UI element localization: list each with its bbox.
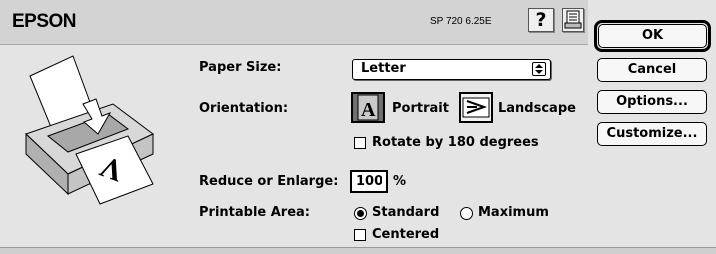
printable-area-label: Printable Area: [199, 205, 311, 220]
cancel-button[interactable]: Cancel [597, 58, 707, 82]
customize-button[interactable]: Customize... [597, 122, 707, 146]
help-icon: ? [535, 9, 547, 31]
about-button[interactable] [562, 8, 584, 32]
svg-text:A: A [361, 99, 376, 121]
rotate-180-checkbox[interactable] [354, 137, 366, 149]
printer-info-icon [564, 10, 582, 29]
driver-version: SP 720 6.25E [430, 16, 492, 27]
radio-selected-dot [357, 210, 364, 217]
brand-logo: EPSON [12, 11, 77, 32]
standard-radio[interactable] [354, 207, 367, 220]
header-bar [0, 0, 588, 45]
options-button[interactable]: Options... [597, 90, 707, 114]
centered-label: Centered [372, 227, 440, 242]
portrait-button[interactable]: A [351, 92, 385, 123]
reduce-enlarge-label: Reduce or Enlarge: [199, 174, 339, 189]
paper-size-select[interactable]: Letter [352, 59, 551, 80]
portrait-label: Portrait [392, 101, 449, 116]
rotate-180-label: Rotate by 180 degrees [372, 135, 539, 150]
standard-label: Standard [372, 205, 440, 220]
portrait-icon: A [357, 94, 379, 121]
paper-size-value: Letter [361, 61, 406, 76]
landscape-label: Landscape [498, 101, 576, 116]
maximum-radio[interactable] [460, 207, 473, 220]
orientation-label: Orientation: [199, 101, 289, 116]
percent-unit: % [393, 174, 407, 189]
maximum-label: Maximum [478, 205, 549, 220]
paper-size-label: Paper Size: [199, 60, 282, 75]
printer-illustration: V [25, 55, 154, 205]
help-button[interactable]: ? [528, 8, 554, 32]
up-down-arrows-icon [532, 62, 546, 76]
ok-button[interactable]: OK [598, 24, 707, 48]
centered-checkbox[interactable] [354, 229, 366, 241]
scale-percent-input[interactable] [350, 170, 388, 193]
landscape-icon [462, 97, 490, 118]
landscape-button[interactable] [459, 92, 493, 123]
